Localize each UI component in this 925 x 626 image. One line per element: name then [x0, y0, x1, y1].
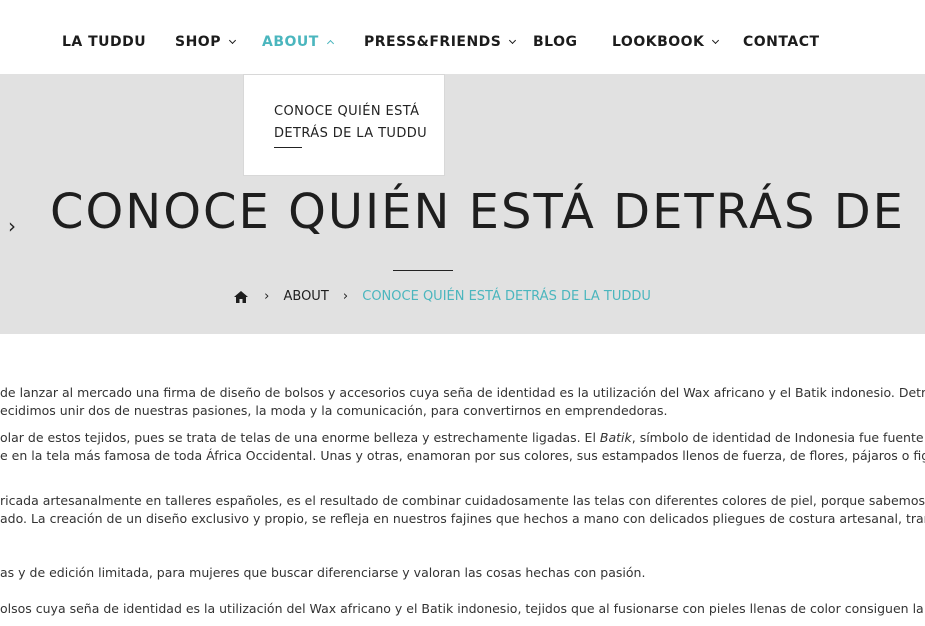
title-divider — [393, 270, 453, 271]
paragraph-line: ricada artesanalmente en talleres españo… — [0, 493, 925, 508]
hero-arrow-icon[interactable]: › — [8, 214, 16, 238]
nav-label: LOOKBOOK — [612, 34, 705, 50]
nav-item-shop[interactable]: SHOP — [175, 33, 237, 51]
page-content: de lanzar al mercado una firma de diseño… — [0, 334, 925, 626]
breadcrumb-separator: › — [342, 289, 349, 304]
nav-item-contact[interactable]: CONTACT — [743, 33, 820, 51]
page-header-banner: › CONOCE QUIÉN ESTÁ DETRÁS DE LA TUDDU ›… — [0, 74, 925, 334]
chevron-down-icon — [712, 36, 720, 45]
page-title: CONOCE QUIÉN ESTÁ DETRÁS DE LA TUDDU — [50, 184, 925, 240]
breadcrumb-separator: › — [264, 289, 270, 304]
paragraph-line: e en la tela más famosa de toda África O… — [0, 448, 925, 463]
paragraph-line: ado. La creación de un diseño exclusivo … — [0, 511, 925, 526]
about-dropdown-menu: CONOCE QUIÉN ESTÁ DETRÁS DE LA TUDDU — [243, 74, 445, 176]
paragraph-line: de lanzar al mercado una firma de diseño… — [0, 385, 925, 400]
nav-label: LA TUDDU — [62, 34, 147, 50]
main-navigation: LA TUDDU SHOP ABOUT PRESS&FRIENDS BLOG L… — [0, 0, 925, 74]
nav-item-about[interactable]: ABOUT — [262, 33, 334, 51]
chevron-down-icon — [228, 36, 237, 45]
breadcrumb-link-about[interactable]: ABOUT — [283, 289, 328, 304]
paragraph-line: olar de estos tejidos, pues se trata de … — [0, 429, 925, 447]
nav-item-lookbook[interactable]: LOOKBOOK — [612, 33, 720, 51]
chevron-up-icon — [326, 39, 334, 48]
nav-item-press-friends[interactable]: PRESS&FRIENDS — [364, 33, 517, 51]
nav-label: CONTACT — [743, 34, 820, 50]
nav-label: PRESS&FRIENDS — [364, 34, 502, 50]
nav-label: SHOP — [175, 34, 221, 50]
text-span: , símbolo de identidad de Indonesia fue … — [631, 430, 925, 445]
paragraph-line: olsos cuya seña de identidad es la utili… — [0, 601, 925, 616]
breadcrumb: › ABOUT › CONOCE QUIÉN ESTÁ DETRÁS DE LA… — [234, 289, 651, 304]
dropdown-item-underline — [274, 147, 302, 148]
text-emphasis: Batik — [599, 430, 632, 445]
home-icon[interactable] — [234, 290, 248, 303]
breadcrumb-current: CONOCE QUIÉN ESTÁ DETRÁS DE LA TUDDU — [362, 289, 651, 304]
paragraph-line: ecidimos unir dos de nuestras pasiones, … — [0, 403, 668, 418]
nav-label: BLOG — [533, 34, 578, 50]
paragraph-line: as y de edición limitada, para mujeres q… — [0, 565, 646, 580]
nav-label: ABOUT — [262, 34, 319, 50]
dropdown-item-conoce[interactable]: CONOCE QUIÉN ESTÁ DETRÁS DE LA TUDDU — [274, 101, 434, 145]
nav-item-blog[interactable]: BLOG — [533, 33, 578, 51]
nav-item-la-tuddu[interactable]: LA TUDDU — [62, 33, 146, 51]
text-span: olar de estos tejidos, pues se trata de … — [0, 430, 600, 445]
chevron-down-icon — [509, 36, 517, 45]
